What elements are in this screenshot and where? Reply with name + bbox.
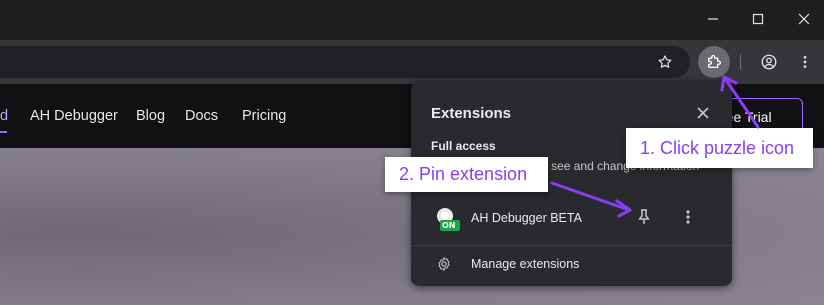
callout-click-puzzle: 1. Click puzzle icon — [626, 128, 813, 168]
manage-extensions-item[interactable]: Manage extensions — [411, 251, 732, 279]
nav-link-ah-debugger[interactable]: AH Debugger — [30, 108, 118, 124]
nav-link-docs[interactable]: Docs — [185, 108, 218, 124]
nav-link-pricing[interactable]: Pricing — [242, 108, 286, 124]
popup-close-icon[interactable] — [691, 101, 715, 125]
pin-icon[interactable] — [633, 206, 655, 228]
kebab-menu-icon[interactable] — [789, 46, 821, 78]
extension-on-badge: ON — [442, 221, 456, 230]
manage-extensions-label: Manage extensions — [471, 257, 580, 271]
callout-pin-extension: 2. Pin extension — [385, 157, 548, 192]
minimize-icon[interactable] — [690, 0, 736, 38]
nav-active-underline — [0, 131, 7, 133]
browser-toolbar — [0, 40, 824, 84]
extension-row[interactable]: ON AH Debugger BETA — [411, 201, 732, 235]
full-access-heading: Full access — [431, 139, 496, 153]
gear-icon — [435, 255, 453, 273]
nav-link-partial[interactable]: d — [0, 108, 8, 124]
popup-divider — [411, 245, 732, 246]
window-titlebar — [0, 0, 824, 40]
close-icon[interactable] — [781, 0, 824, 38]
nav-link-blog[interactable]: Blog — [136, 108, 165, 124]
popup-title: Extensions — [431, 105, 512, 122]
profile-icon[interactable] — [753, 46, 785, 78]
star-icon[interactable] — [649, 46, 681, 78]
address-bar[interactable] — [0, 46, 690, 78]
extension-logo-icon: ON — [435, 207, 460, 231]
maximize-icon[interactable] — [735, 0, 781, 38]
puzzle-extensions-icon[interactable] — [698, 46, 730, 78]
toolbar-separator — [740, 54, 741, 70]
extension-name: AH Debugger BETA — [471, 211, 582, 225]
extension-more-icon[interactable] — [677, 206, 699, 228]
